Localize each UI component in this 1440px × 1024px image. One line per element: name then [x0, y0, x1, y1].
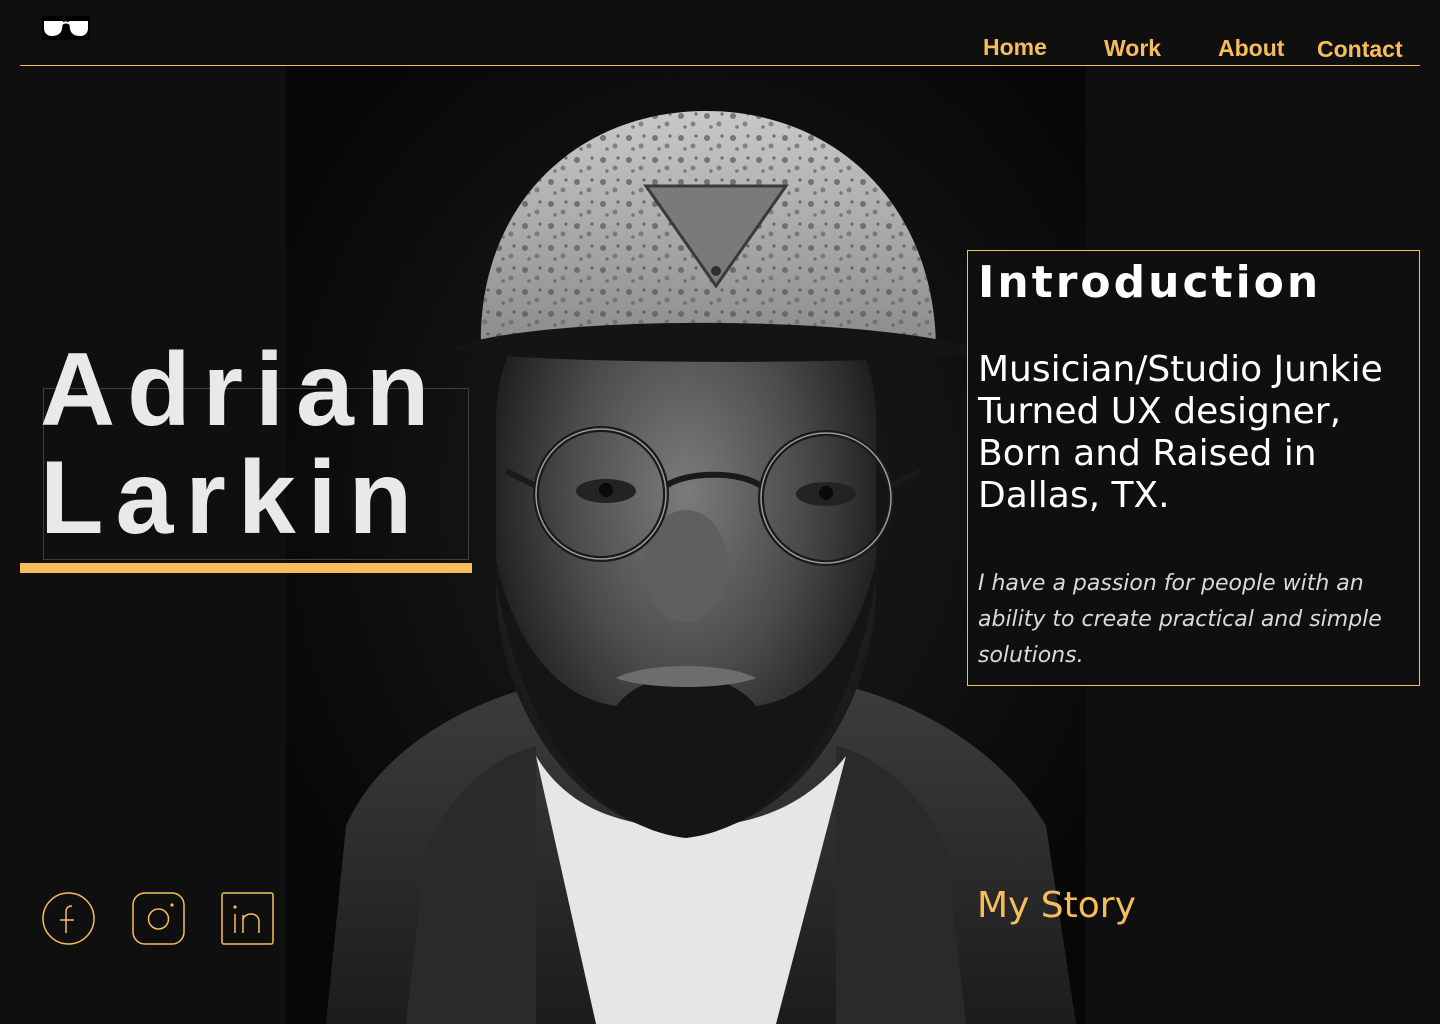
my-story-link[interactable]: My Story [977, 882, 1136, 930]
main-navigation: Home Work About Contact [0, 30, 1440, 66]
facebook-icon[interactable] [42, 892, 95, 945]
nav-home-link[interactable]: Home [983, 31, 1047, 63]
intro-body: I have a passion for people with an abil… [978, 571, 1382, 668]
first-name: Adrian [40, 332, 442, 448]
name-underline [20, 563, 472, 573]
nav-about-link[interactable]: About [1218, 32, 1284, 64]
linkedin-icon[interactable] [221, 892, 274, 945]
introduction-card: Introduction Musician/Studio Junkie Turn… [967, 250, 1420, 686]
nav-work-link[interactable]: Work [1104, 32, 1161, 64]
intro-title: Introduction [978, 257, 1322, 308]
last-name: Larkin [40, 440, 425, 556]
nav-contact-link[interactable]: Contact [1317, 33, 1403, 65]
intro-headline: Musician/Studio Junkie Turned UX designe… [978, 349, 1383, 516]
instagram-icon[interactable] [132, 892, 185, 945]
